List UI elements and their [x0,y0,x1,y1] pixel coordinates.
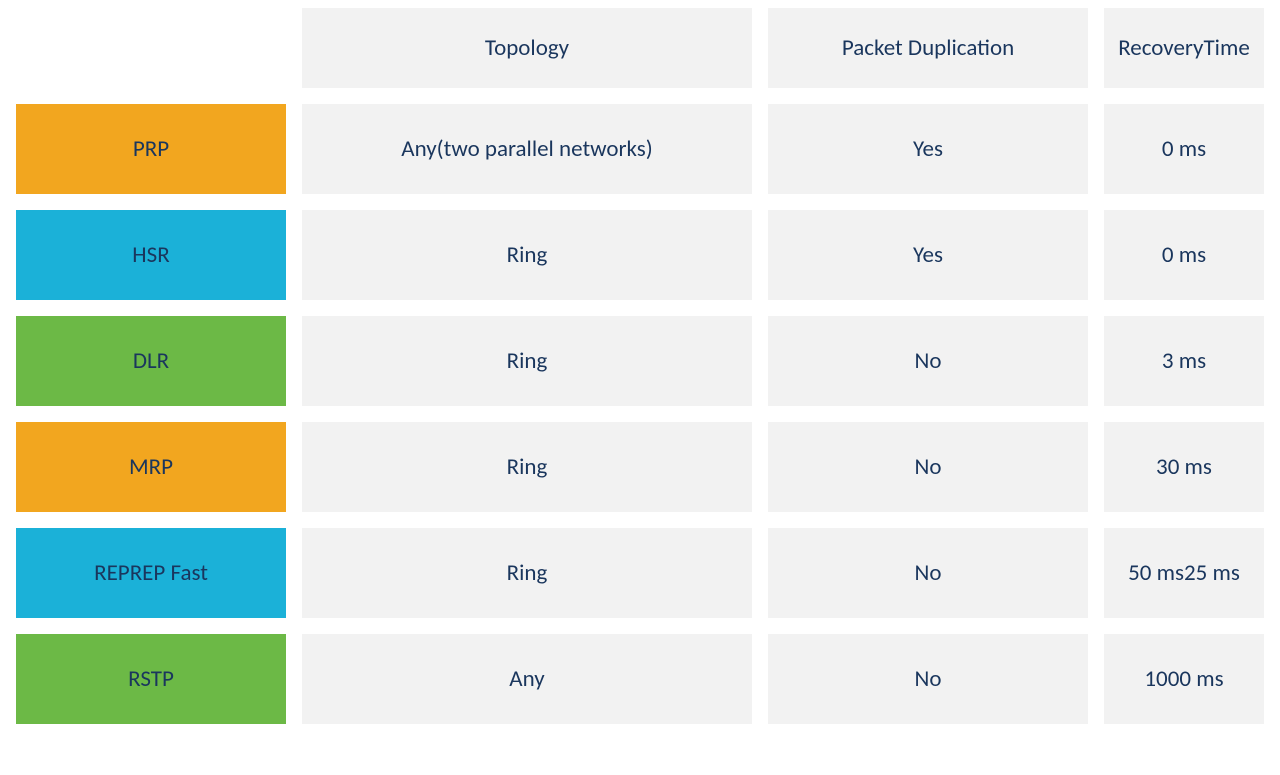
cell-recovery-time: 50 ms25 ms [1104,528,1264,618]
row-label: PRP [16,104,286,194]
header-topology: Topology [302,8,752,88]
cell-packet-duplication: Yes [768,104,1088,194]
row-label: RSTP [16,634,286,724]
table-row: REPREP Fast Ring No 50 ms25 ms [16,528,1264,618]
cell-topology: Any(two parallel networks) [302,104,752,194]
cell-recovery-time: 0 ms [1104,210,1264,300]
cell-recovery-time: 1000 ms [1104,634,1264,724]
cell-recovery-time: 30 ms [1104,422,1264,512]
table-header-row: Topology Packet Duplication RecoveryTime [16,8,1264,88]
cell-packet-duplication: No [768,422,1088,512]
header-packet-duplication: Packet Duplication [768,8,1088,88]
cell-recovery-time: 3 ms [1104,316,1264,406]
row-label: REPREP Fast [16,528,286,618]
cell-packet-duplication: No [768,528,1088,618]
cell-topology: Ring [302,210,752,300]
table-row: DLR Ring No 3 ms [16,316,1264,406]
row-label: HSR [16,210,286,300]
header-empty [16,8,286,88]
cell-packet-duplication: No [768,316,1088,406]
row-label: MRP [16,422,286,512]
comparison-table: Topology Packet Duplication RecoveryTime… [0,0,1280,728]
table-row: PRP Any(two parallel networks) Yes 0 ms [16,104,1264,194]
cell-topology: Ring [302,316,752,406]
table-row: HSR Ring Yes 0 ms [16,210,1264,300]
cell-topology: Ring [302,528,752,618]
cell-topology: Ring [302,422,752,512]
header-recovery-time: RecoveryTime [1104,8,1264,88]
row-label: DLR [16,316,286,406]
cell-topology: Any [302,634,752,724]
cell-packet-duplication: Yes [768,210,1088,300]
cell-packet-duplication: No [768,634,1088,724]
cell-recovery-time: 0 ms [1104,104,1264,194]
table-row: RSTP Any No 1000 ms [16,634,1264,724]
table-row: MRP Ring No 30 ms [16,422,1264,512]
